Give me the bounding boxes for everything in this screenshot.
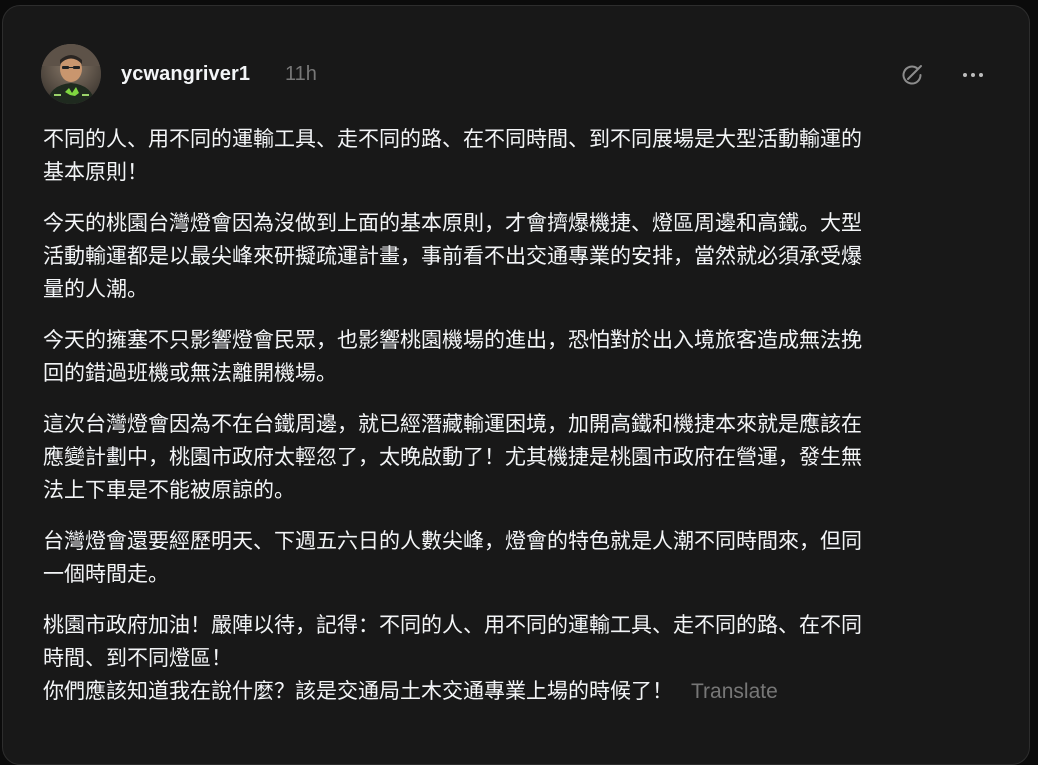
more-options-button[interactable] bbox=[958, 60, 988, 90]
post-paragraph: 台灣燈會還要經歷明天、下週五六日的人數尖峰，燈會的特色就是人潮不同時間來，但同 … bbox=[43, 529, 862, 586]
more-icon bbox=[963, 73, 983, 77]
post-paragraph: 這次台灣燈會因為不在台鐵周邊，就已經潛藏輸運困境，加開高鐵和機捷本來就是應該在 … bbox=[43, 412, 862, 502]
mute-button[interactable] bbox=[897, 60, 927, 90]
author-username[interactable]: ycwangriver1 bbox=[121, 63, 250, 86]
post-body: 不同的人、用不同的運輸工具、走不同的路、在不同時間、到不同展場是大型活動輸運的 … bbox=[43, 123, 988, 726]
post-last-paragraph: 桃園市政府加油！嚴陣以待，記得：不同的人、用不同的運輸工具、走不同的路、在不同 … bbox=[43, 609, 988, 708]
mute-icon bbox=[902, 65, 922, 85]
avatar-image bbox=[41, 44, 101, 104]
post-timestamp: 11h bbox=[285, 63, 317, 85]
translate-link[interactable]: Translate bbox=[691, 680, 778, 703]
post-card: ycwangriver1 11h 不同的人、用不同的運輸工具、走不同的路、在不同… bbox=[2, 5, 1030, 765]
post-paragraph: 今天的桃園台灣燈會因為沒做到上面的基本原則，才會擠爆機捷、燈區周邊和高鐵。大型 … bbox=[43, 211, 862, 301]
post-header: ycwangriver1 11h bbox=[41, 44, 991, 108]
post-paragraph: 不同的人、用不同的運輸工具、走不同的路、在不同時間、到不同展場是大型活動輸運的 … bbox=[43, 127, 862, 184]
post-paragraph: 今天的擁塞不只影響燈會民眾，也影響桃園機場的進出，恐怕對於出入境旅客造成無法挽 … bbox=[43, 328, 862, 385]
avatar[interactable] bbox=[41, 44, 101, 104]
